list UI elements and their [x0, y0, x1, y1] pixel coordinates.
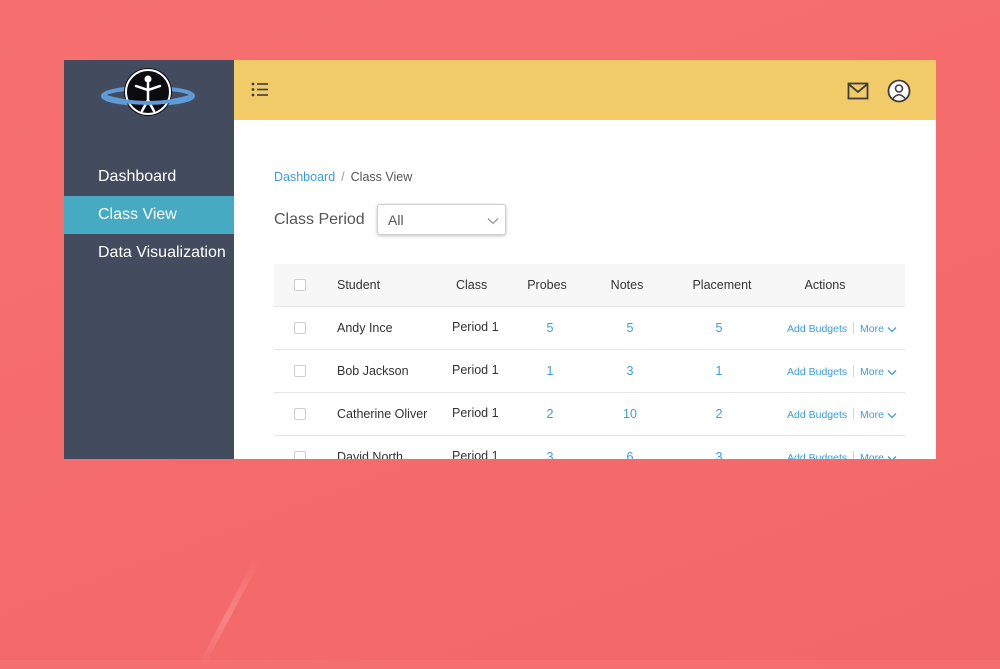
table-row: David North Period 1 3 6 3 Add Budgets M… [274, 436, 905, 459]
background-light-streak [197, 560, 259, 669]
chevron-down-icon [887, 412, 897, 419]
probes-count[interactable]: 2 [547, 407, 554, 421]
placement-value[interactable]: 1 [716, 364, 723, 378]
more-label: More [860, 366, 884, 378]
breadcrumb-separator: / [341, 170, 345, 184]
row-checkbox[interactable] [294, 408, 306, 420]
student-name: Andy Ince [337, 321, 393, 335]
action-divider [853, 365, 854, 377]
placement-value[interactable]: 3 [716, 450, 723, 459]
student-name: Catherine Oliver [337, 407, 428, 421]
more-dropdown[interactable]: More [860, 409, 897, 421]
chevron-down-icon [887, 326, 897, 333]
header-probes: Probes [527, 278, 567, 292]
more-label: More [860, 323, 884, 335]
header-notes: Notes [610, 278, 644, 292]
class-period: Period 1 [452, 449, 499, 459]
add-budgets-link[interactable]: Add Budgets [787, 366, 847, 378]
action-divider [853, 408, 854, 420]
notes-count[interactable]: 3 [627, 364, 634, 378]
more-label: More [860, 452, 884, 459]
chevron-down-icon [887, 455, 897, 459]
placement-value[interactable]: 2 [716, 407, 723, 421]
content-area: Dashboard / Class View Class Period All St… [234, 60, 936, 459]
probes-count[interactable]: 5 [547, 321, 554, 335]
header-class: Class [456, 278, 488, 292]
header-student: Student [337, 278, 381, 292]
notes-count[interactable]: 6 [627, 450, 634, 459]
class-period: Period 1 [452, 406, 499, 420]
student-name: David North [337, 450, 403, 459]
row-checkbox[interactable] [294, 365, 306, 377]
more-label: More [860, 409, 884, 421]
more-dropdown[interactable]: More [860, 452, 897, 459]
sidebar-item-class-view[interactable]: Class View [64, 196, 234, 234]
class-period-select[interactable]: All [377, 204, 506, 235]
students-table: Student Class Probes Notes Placement Act… [274, 264, 905, 459]
probes-count[interactable]: 3 [547, 450, 554, 459]
app-window: Dashboard Class View Data Visualization [64, 60, 936, 459]
row-checkbox[interactable] [294, 322, 306, 334]
class-period: Period 1 [452, 363, 499, 377]
breadcrumb: Dashboard / Class View [274, 170, 412, 184]
sidebar: Dashboard Class View Data Visualization [64, 60, 234, 459]
table-header: Student Class Probes Notes Placement Act… [274, 264, 905, 307]
row-checkbox[interactable] [294, 451, 306, 459]
sidebar-item-dashboard[interactable]: Dashboard [64, 158, 234, 196]
action-divider [853, 322, 854, 334]
chevron-down-icon [887, 369, 897, 376]
add-budgets-link[interactable]: Add Budgets [787, 323, 847, 335]
header-placement: Placement [692, 278, 752, 292]
app-logo [101, 64, 195, 120]
header-actions: Actions [804, 278, 846, 292]
select-all-checkbox[interactable] [294, 279, 306, 291]
table-row: Catherine Oliver Period 1 2 10 2 Add Bud… [274, 393, 905, 436]
chevron-down-icon [487, 213, 499, 225]
student-name: Bob Jackson [337, 364, 409, 378]
sidebar-nav: Dashboard Class View Data Visualization [64, 158, 234, 272]
class-period: Period 1 [452, 320, 499, 334]
add-budgets-link[interactable]: Add Budgets [787, 409, 847, 421]
table-row: Bob Jackson Period 1 1 3 1 Add Budgets M… [274, 350, 905, 393]
more-dropdown[interactable]: More [860, 366, 897, 378]
breadcrumb-current: Class View [350, 170, 413, 184]
notes-count[interactable]: 10 [623, 407, 637, 421]
add-budgets-link[interactable]: Add Budgets [787, 452, 847, 459]
action-divider [853, 451, 854, 459]
more-dropdown[interactable]: More [860, 323, 897, 335]
probes-count[interactable]: 1 [547, 364, 554, 378]
sidebar-item-data-visualization[interactable]: Data Visualization [64, 234, 234, 272]
placement-value[interactable]: 5 [716, 321, 723, 335]
table-row: Andy Ince Period 1 5 5 5 Add Budgets Mor… [274, 307, 905, 350]
breadcrumb-dashboard-link[interactable]: Dashboard [274, 170, 335, 184]
class-period-label: Class Period [274, 211, 365, 228]
notes-count[interactable]: 5 [627, 321, 634, 335]
class-period-selected: All [388, 212, 404, 228]
